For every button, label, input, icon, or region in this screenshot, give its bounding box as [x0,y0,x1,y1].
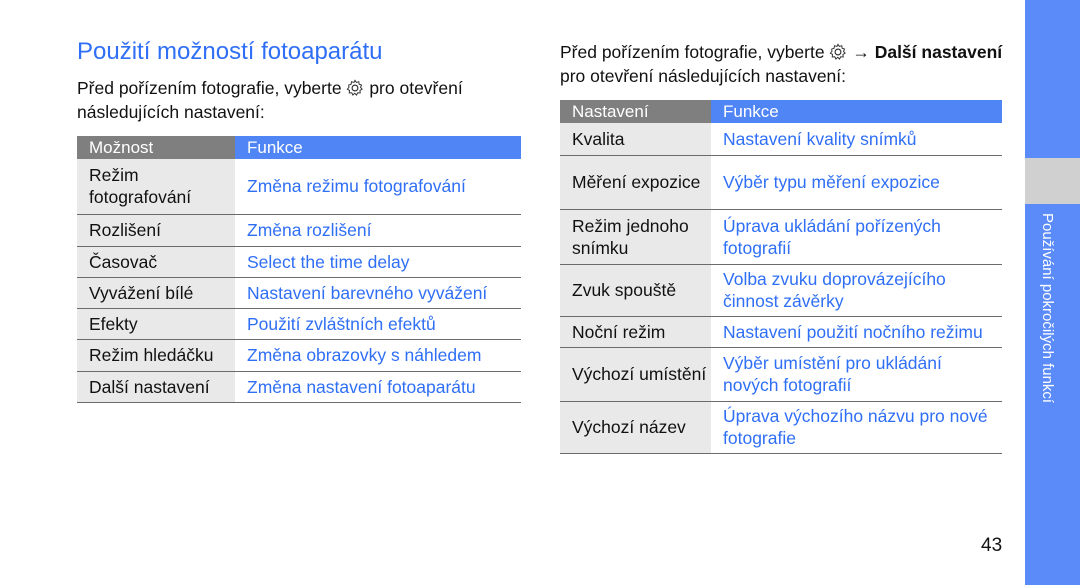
table-row: Kvalita Nastavení kvality snímků [560,123,1002,156]
option-description: Změna rozlišení [235,214,521,247]
option-name: Režim hledáčku [77,339,235,372]
gear-icon [347,79,364,96]
option-description: Úprava ukládání pořízených fotografií [711,209,1002,265]
table-row: Měření expozice Výběr typu měření expozic… [560,155,1002,210]
option-name: Rozlišení [77,214,235,247]
intro-text: Před pořízením fotografie, vyberte [560,42,825,62]
option-name: Kvalita [560,123,711,156]
option-name: Režim jednoho snímku [560,209,711,265]
right-settings-table: Nastavení Funkce Kvalita Nastavení kvalit… [560,100,1002,454]
option-description: Volba zvuku doprovázejícího činnost závě… [711,264,1002,317]
option-description: Select the time delay [235,246,521,278]
option-name: Výchozí umístění [560,347,711,402]
table-row: Režim fotografování Změna režimu fotograf… [77,159,521,215]
gear-icon [830,43,847,60]
option-name: Výchozí název [560,401,711,454]
option-description: Nastavení kvality snímků [711,123,1002,156]
table-row: Výchozí umístění Výběr umístění pro uklád… [560,347,1002,402]
arrow-icon: → [852,42,870,62]
column-header: Funkce [235,136,521,159]
table-row: Výchozí název Úprava výchozího názvu pro … [560,401,1002,454]
right-intro: Před pořízením fotografie, vyberte → Dal… [560,40,1010,88]
table-row: Noční režim Nastavení použití nočního rež… [560,316,1002,348]
section-label: Používání pokročilých funkcí [1039,213,1056,404]
column-header: Funkce [711,100,1002,123]
option-description: Změna obrazovky s náhledem [235,339,521,372]
option-description: Výběr umístění pro ukládání nových fotog… [711,347,1002,402]
left-intro: Před pořízením fotografie, vyberte pro o… [77,76,477,124]
left-options-table: Možnost Funkce Režim fotografování Změna … [77,136,521,403]
option-name: Noční režim [560,316,711,348]
option-description: Použití zvláštních efektů [235,308,521,340]
table-row: Režim jednoho snímku Úprava ukládání poří… [560,209,1002,265]
option-description: Změna nastavení fotoaparátu [235,371,521,403]
table-row: Rozlišení Změna rozlišení [77,214,521,247]
option-name: Zvuk spouště [560,264,711,317]
side-tab-divider [1025,158,1080,204]
option-description: Úprava výchozího názvu pro nové fotograf… [711,401,1002,454]
table-row: Časovač Select the time delay [77,246,521,278]
option-description: Výběr typu měření expozice [711,155,1002,210]
page-title: Použití možností fotoaparátu [77,38,383,65]
option-description: Změna režimu fotografování [235,159,521,215]
table-row: Zvuk spouště Volba zvuku doprovázejícího … [560,264,1002,317]
intro-text: pro otevření následujících nastavení: [560,66,847,86]
table-row: Režim hledáčku Změna obrazovky s náhledem [77,339,521,372]
option-name: Vyvážení bílé [77,277,235,309]
table-row: Vyvážení bílé Nastavení barevného vyvážen… [77,277,521,309]
option-name: Režim fotografování [77,159,235,215]
option-description: Nastavení barevného vyvážení [235,277,521,309]
option-name: Další nastavení [77,371,235,403]
option-name: Měření expozice [560,155,711,210]
option-description: Nastavení použití nočního režimu [711,316,1002,348]
column-header: Možnost [77,136,235,159]
side-tab-top [1025,0,1080,158]
page-number: 43 [981,535,1003,556]
column-header: Nastavení [560,100,711,123]
option-name: Časovač [77,246,235,278]
table-row: Další nastavení Změna nastavení fotoapará… [77,371,521,403]
intro-text: Před pořízením fotografie, vyberte [77,78,342,98]
menu-path: Další nastavení [874,42,1003,62]
option-name: Efekty [77,308,235,340]
table-row: Efekty Použití zvláštních efektů [77,308,521,340]
